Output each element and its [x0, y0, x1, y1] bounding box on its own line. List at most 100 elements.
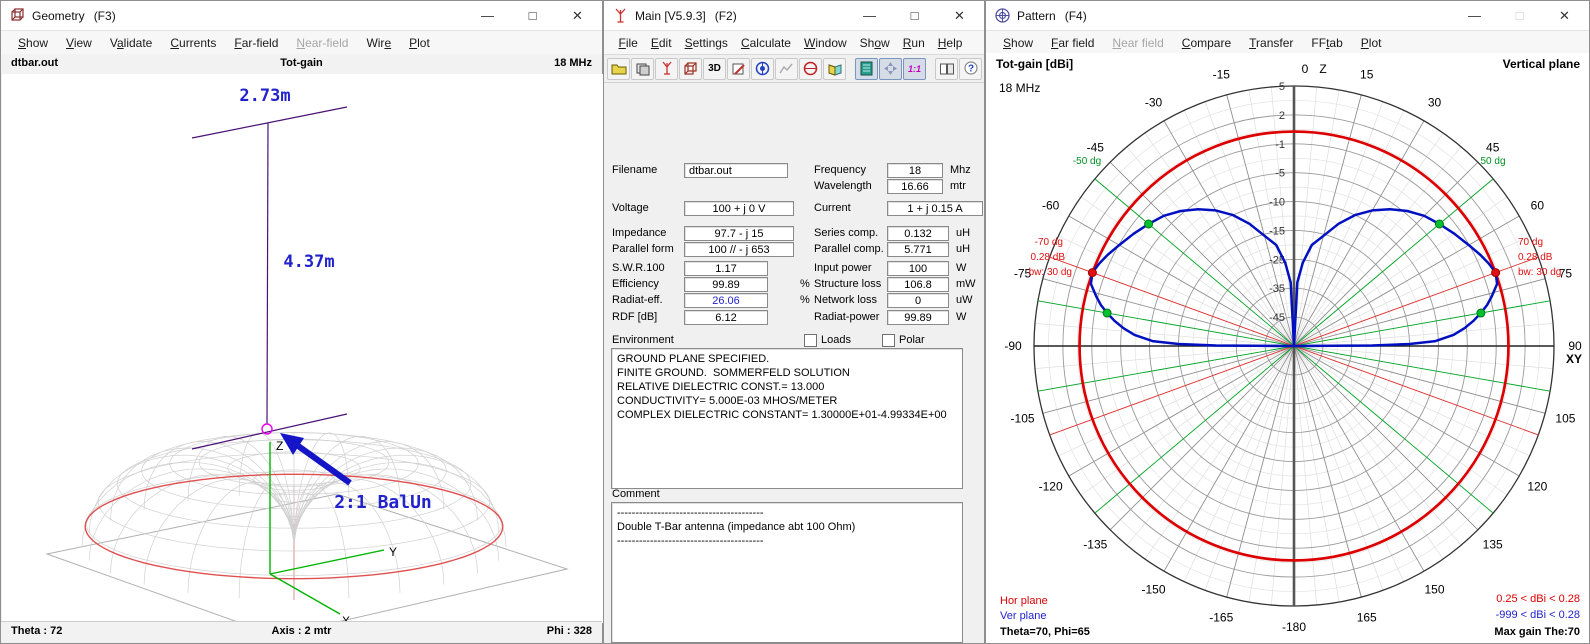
antenna-icon[interactable]	[655, 58, 678, 80]
field-series_comp-input[interactable]: 0.132	[887, 226, 949, 241]
open-output-book-icon[interactable]	[823, 58, 846, 80]
open-folder-icon[interactable]	[607, 58, 630, 80]
geometry-status-bottom: Theta : 72 Axis : 2 mtr Phi : 328	[1, 621, 602, 642]
field-network_loss-input[interactable]: 0	[887, 293, 949, 308]
field-radiat_eff-unit: %	[800, 294, 810, 306]
doc-pages-icon[interactable]	[935, 58, 958, 80]
menu-item-settings[interactable]: Settings	[678, 34, 734, 52]
field-efficiency-input[interactable]: 99.89	[684, 277, 768, 292]
geometry-cube-icon[interactable]	[679, 58, 702, 80]
minimize-button[interactable]: —	[847, 1, 892, 30]
copy-files-icon[interactable]	[631, 58, 654, 80]
window-title: Pattern	[1017, 9, 1056, 23]
field-voltage-input[interactable]: 100 + j 0 V	[684, 201, 794, 216]
scale-arrows-icon[interactable]	[879, 58, 902, 80]
3d-view-icon[interactable]: 3D	[703, 58, 726, 80]
menu-item-show[interactable]: Show	[994, 34, 1042, 52]
desktop: Geometry (F3) — □ ✕ ShowViewValidateCurr…	[0, 0, 1590, 644]
angle-label--165: -165	[1209, 610, 1233, 624]
field-current-input[interactable]: 1 + j 0.15 A	[887, 201, 983, 216]
edit-file-icon[interactable]	[727, 58, 750, 80]
comment-label: Comment	[612, 488, 660, 500]
beamwidth-dot-green	[1477, 309, 1485, 317]
menu-item-compare[interactable]: Compare	[1173, 34, 1240, 52]
field-series_comp-unit: uH	[956, 227, 970, 239]
legend-max-gain: Max gain The:70	[1494, 626, 1580, 638]
menu-item-edit[interactable]: Edit	[644, 34, 678, 52]
angle-label--150: -150	[1141, 582, 1165, 596]
field-input_power-input[interactable]: 100	[887, 261, 949, 276]
field-parallel_comp-unit: uH	[956, 243, 970, 255]
close-button[interactable]: ✕	[1542, 1, 1587, 30]
legend-ver-range: -999 < dBi < 0.28	[1496, 609, 1580, 621]
loads-checkbox[interactable]	[804, 334, 817, 347]
field-wavelength-input[interactable]: 16.66	[887, 179, 943, 194]
menu-item-calculate[interactable]: Calculate	[734, 34, 797, 52]
menu-item-plot[interactable]: Plot	[400, 34, 439, 52]
close-button[interactable]: ✕	[555, 1, 600, 30]
menu-item-show[interactable]: Show	[9, 34, 57, 52]
comment-textarea[interactable]: ----------------------------------------…	[611, 502, 963, 643]
menu-item-file[interactable]: File	[612, 34, 644, 52]
menu-item-validate[interactable]: Validate	[101, 34, 162, 52]
close-button[interactable]: ✕	[937, 1, 982, 30]
pattern-plot-title: Tot-gain [dBi]	[996, 57, 1073, 71]
menu-item-near-field: Near-field	[287, 34, 357, 52]
angle-label--90: -90	[1004, 339, 1022, 353]
smith-chart-icon[interactable]	[799, 58, 822, 80]
field-radiat_eff-input[interactable]: 26.06	[684, 293, 768, 308]
pattern-polar-chart[interactable]: -165-150-135-120-105-90-75-60-45-30-1501…	[987, 53, 1590, 643]
top-bar-wire	[192, 107, 347, 138]
environment-textarea[interactable]: GROUND PLANE SPECIFIED. FINITE GROUND. S…	[611, 348, 963, 489]
angle-label-15: 15	[1360, 68, 1374, 82]
angle-label-45: 45	[1486, 140, 1500, 154]
menu-item-show[interactable]: Show	[853, 34, 896, 52]
help-icon[interactable]: ?	[959, 58, 982, 80]
one-to-one-icon[interactable]: 1:1	[903, 58, 926, 80]
menu-item-view[interactable]: View	[57, 34, 101, 52]
minimize-button[interactable]: —	[465, 1, 510, 30]
field-series_comp-label: Series comp.	[814, 227, 878, 239]
field-structure_loss-input[interactable]: 106.8	[887, 277, 949, 292]
pattern-menubar: ShowFar fieldNear fieldCompareTransferFF…	[986, 31, 1589, 55]
menu-item-currents[interactable]: Currents	[161, 34, 225, 52]
maximize-button[interactable]: □	[892, 1, 937, 30]
window-title: Geometry	[32, 9, 85, 23]
field-rdf-input[interactable]: 6.12	[684, 310, 768, 325]
nec-notebook-icon[interactable]	[855, 58, 878, 80]
field-network_loss-label: Network loss	[814, 294, 877, 306]
geometry-plot-type: Tot-gain	[1, 57, 602, 69]
field-parallel_form-input[interactable]: 100 // - j 653	[684, 242, 794, 257]
minimize-button[interactable]: —	[1452, 1, 1497, 30]
field-radiat_eff-label: Radiat-eff.	[612, 294, 663, 306]
field-frequency-label: Frequency	[814, 164, 866, 176]
field-parallel_comp-input[interactable]: 5.771	[887, 242, 949, 257]
menu-item-run[interactable]: Run	[896, 34, 931, 52]
maximize-button[interactable]: □	[510, 1, 555, 30]
polar-checkbox[interactable]	[882, 334, 895, 347]
menu-item-fftab[interactable]: FFtab	[1302, 34, 1351, 52]
menu-item-far-field[interactable]: Far field	[1042, 34, 1103, 52]
max-gain-annotation-left: 0.28 dB	[1031, 252, 1066, 263]
far-field-circle-icon[interactable]	[751, 58, 774, 80]
main-fields-area: Environment Loads Polar GROUND PLANE SPE…	[604, 79, 986, 644]
menu-item-plot[interactable]: Plot	[1352, 34, 1391, 52]
beamwidth-annotation-left: bw: 30 dg	[1029, 267, 1072, 278]
menu-item-wire[interactable]: Wire	[357, 34, 400, 52]
menu-item-window[interactable]: Window	[797, 34, 853, 52]
angle-label-30: 30	[1428, 96, 1442, 110]
angle-label-180: -180	[1282, 620, 1306, 634]
field-impedance-input[interactable]: 97.7 - j 15	[684, 226, 794, 241]
geometry-3d-canvas[interactable]: Z Y X 2.73m 4.37m 2:1 BalUn	[2, 74, 603, 623]
field-frequency-input[interactable]: 18	[887, 163, 943, 178]
field-rdf-label: RDF [dB]	[612, 311, 657, 323]
line-chart-icon[interactable]	[775, 58, 798, 80]
menu-item-far-field[interactable]: Far-field	[225, 34, 287, 52]
field-filename-input[interactable]: dtbar.out	[684, 163, 788, 178]
menu-item-help[interactable]: Help	[931, 34, 969, 52]
field-radiat_power-input[interactable]: 99.89	[887, 310, 949, 325]
pattern-frequency-label: 18 MHz	[999, 81, 1040, 95]
field-swr-input[interactable]: 1.17	[684, 261, 768, 276]
pattern-plane-label: Vertical plane	[1503, 57, 1580, 71]
menu-item-transfer[interactable]: Transfer	[1240, 34, 1302, 52]
